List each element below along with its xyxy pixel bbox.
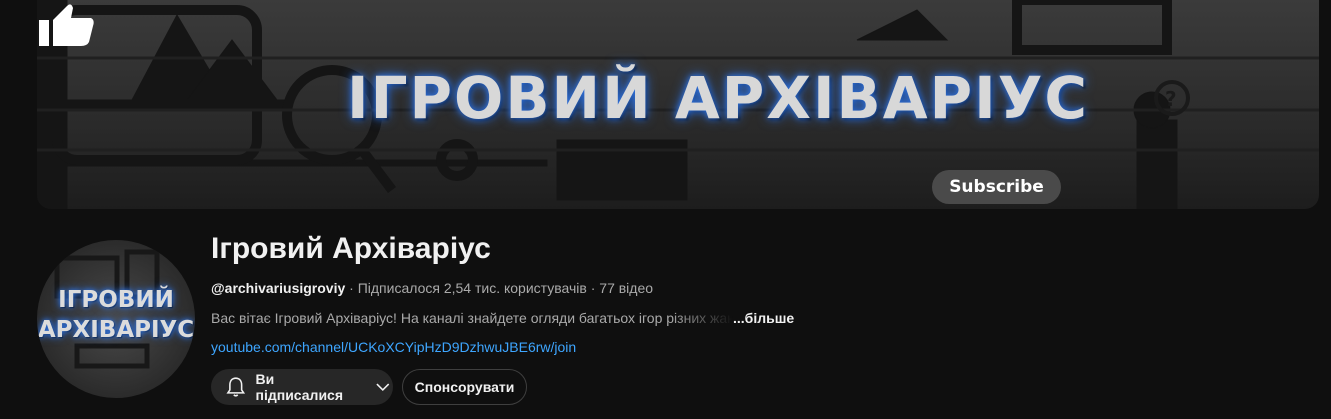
channel-description[interactable]: Вас вітає Ігровий Архіваріус! На каналі …: [211, 310, 794, 326]
bell-icon: [226, 377, 246, 397]
banner-subscribe-badge: Subscribe: [932, 170, 1061, 204]
meta-separator: ·: [345, 280, 358, 296]
chevron-down-icon: [376, 383, 390, 392]
svg-text:?: ?: [1165, 87, 1177, 111]
subscriber-count: Підписалося 2,54 тис. користувачів: [357, 280, 587, 296]
banner-title: ІГРОВИЙ АРХІВАРІУС: [347, 64, 1089, 132]
thumbs-up-icon: [39, 4, 94, 46]
subscribed-label: Ви підписалися: [255, 371, 344, 403]
video-count: 77 відео: [599, 280, 654, 296]
channel-avatar[interactable]: ІГРОВИЙ АРХІВАРІУС: [37, 240, 195, 398]
avatar-title-line2: АРХІВАРІУС: [37, 317, 195, 343]
channel-banner: ? ІГРОВИЙ АРХІВАРІУС Subscribe: [37, 0, 1319, 209]
meta-separator: ·: [586, 280, 600, 296]
channel-handle: @archivariusigroviy: [211, 280, 346, 296]
channel-link[interactable]: youtube.com/channel/UCKoXCYipHzD9DzhwuJB…: [211, 339, 576, 355]
channel-meta: @archivariusigroviy · Підписалося 2,54 т…: [211, 280, 653, 296]
sponsor-button[interactable]: Спонсорувати: [402, 369, 527, 405]
avatar-title-line1: ІГРОВИЙ: [58, 287, 174, 313]
description-text: Вас вітає Ігровий Архіваріус! На каналі …: [211, 310, 733, 326]
channel-name: Ігровий Архіваріус: [211, 232, 491, 265]
subscribed-button[interactable]: Ви підписалися: [211, 369, 393, 405]
more-button[interactable]: ...більше: [733, 310, 794, 326]
